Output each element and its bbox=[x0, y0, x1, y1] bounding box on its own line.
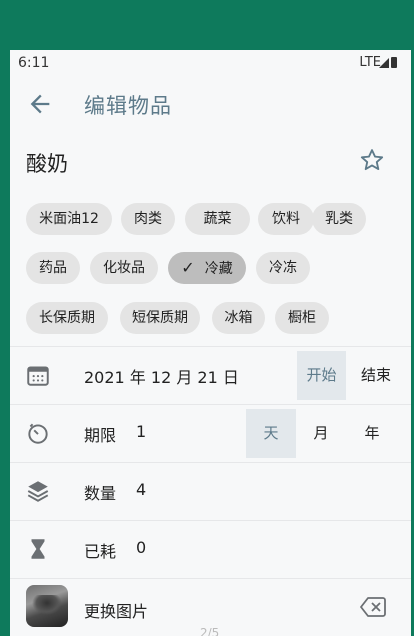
tag-chip[interactable]: 肉类 bbox=[121, 203, 175, 235]
unit-month-toggle[interactable]: 月 bbox=[298, 409, 344, 458]
date-value[interactable]: 2021 年 12 月 21 日 bbox=[84, 364, 239, 388]
consumed-value[interactable]: 0 bbox=[136, 538, 146, 557]
period-label: 期限 bbox=[84, 426, 117, 445]
tag-chip-label: 饮料 bbox=[272, 211, 300, 227]
tag-chip[interactable]: 冷冻 bbox=[256, 252, 310, 284]
backspace-clear-icon[interactable] bbox=[360, 596, 386, 618]
tag-chip-label: 短保质期 bbox=[132, 310, 188, 326]
tag-chip-label: 蔬菜 bbox=[203, 211, 232, 227]
tag-chip-label: 冰箱 bbox=[224, 310, 253, 326]
timer-icon bbox=[28, 423, 48, 444]
tag-chip[interactable]: 蔬菜 bbox=[185, 203, 250, 235]
unit-year-toggle[interactable]: 年 bbox=[348, 409, 396, 458]
layers-icon bbox=[27, 481, 49, 502]
tag-chip-label: 药品 bbox=[39, 260, 67, 276]
tag-chip[interactable]: 短保质期 bbox=[120, 302, 200, 334]
tag-chip[interactable]: 米面油12 bbox=[26, 203, 112, 235]
tag-chip-selected[interactable]: ✓ 冷藏 bbox=[168, 252, 246, 284]
tag-chip-label: 乳类 bbox=[325, 211, 353, 227]
tag-chip-label: 冷冻 bbox=[269, 260, 297, 276]
battery-icon bbox=[391, 57, 397, 68]
quantity-row: 数量 4 bbox=[10, 462, 411, 520]
item-thumbnail-image[interactable] bbox=[26, 585, 68, 627]
app-bar: 编辑物品 bbox=[10, 76, 411, 132]
change-image-button[interactable]: 更换图片 bbox=[84, 598, 148, 622]
start-toggle[interactable]: 开始 bbox=[297, 351, 346, 400]
tag-chip-label: 化妆品 bbox=[103, 260, 145, 276]
period-value[interactable]: 1 bbox=[136, 422, 146, 441]
date-row: 2021 年 12 月 21 日 开始 结束 bbox=[10, 346, 411, 404]
tag-chip-label: 肉类 bbox=[134, 211, 162, 227]
tag-chip-label: 长保质期 bbox=[39, 310, 95, 326]
tag-chip[interactable]: 乳类 bbox=[312, 203, 366, 235]
hourglass-icon bbox=[31, 539, 45, 559]
tag-chip[interactable]: 冰箱 bbox=[212, 302, 265, 334]
signal-icon bbox=[379, 58, 389, 68]
status-time: 6:11 bbox=[18, 55, 50, 71]
back-arrow-icon[interactable] bbox=[26, 90, 54, 118]
quantity-value[interactable]: 4 bbox=[136, 480, 146, 499]
tag-chip-label: 米面油12 bbox=[39, 211, 99, 227]
end-toggle[interactable]: 结束 bbox=[350, 351, 402, 400]
calendar-icon bbox=[27, 366, 49, 386]
phone-screen: 6:11 LTE 编辑物品 酸奶 米面油12 肉类 蔬菜 饮料 乳类 药品 化妆… bbox=[10, 50, 411, 636]
period-row: 期限 1 天 月 年 bbox=[10, 404, 411, 462]
consumed-row: 已耗 0 bbox=[10, 520, 411, 578]
page-indicator: 2/5 bbox=[200, 626, 220, 636]
tag-chip[interactable]: 化妆品 bbox=[90, 252, 158, 284]
tag-chip-label: 冷藏 bbox=[204, 261, 233, 277]
status-bar: 6:11 LTE bbox=[10, 50, 411, 76]
favorite-star-icon[interactable] bbox=[358, 146, 386, 174]
check-icon: ✓ bbox=[181, 258, 195, 277]
tag-chip[interactable]: 长保质期 bbox=[26, 302, 108, 334]
item-name-field[interactable]: 酸奶 bbox=[26, 148, 68, 178]
network-type: LTE bbox=[359, 55, 381, 70]
window-left-border bbox=[0, 50, 10, 636]
unit-day-toggle[interactable]: 天 bbox=[246, 409, 296, 458]
consumed-label: 已耗 bbox=[84, 542, 117, 561]
tag-chip[interactable]: 饮料 bbox=[258, 203, 314, 235]
tag-chip-label: 橱柜 bbox=[288, 310, 316, 326]
tag-chip[interactable]: 橱柜 bbox=[275, 302, 329, 334]
quantity-label: 数量 bbox=[84, 484, 117, 503]
page-title: 编辑物品 bbox=[84, 94, 172, 118]
window-top-bar bbox=[0, 0, 414, 50]
tag-chip[interactable]: 药品 bbox=[26, 252, 80, 284]
